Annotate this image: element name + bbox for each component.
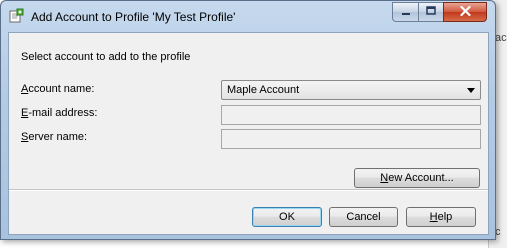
server-name-field[interactable]	[221, 129, 481, 149]
instruction-text: Select account to add to the profile	[21, 51, 191, 63]
account-name-label: Account name:	[21, 83, 95, 95]
account-name-dropdown[interactable]: Maple Account	[221, 80, 481, 100]
add-account-icon	[8, 8, 24, 24]
maximize-button[interactable]	[418, 2, 443, 22]
title-bar[interactable]: Add Account to Profile 'My Test Profile'	[1, 1, 495, 32]
minimize-icon	[401, 5, 411, 19]
help-button[interactable]: Help	[406, 207, 476, 227]
close-icon	[459, 5, 471, 19]
ok-button[interactable]: OK	[252, 207, 322, 227]
divider	[9, 189, 488, 191]
add-account-dialog: Add Account to Profile 'My Test Profile'…	[0, 0, 496, 240]
background-text: ac	[495, 32, 507, 44]
dialog-body: Select account to add to the profile Acc…	[8, 32, 489, 235]
new-account-button[interactable]: New Account...	[354, 168, 480, 188]
email-address-label: E-mail address:	[21, 107, 98, 119]
cancel-button[interactable]: Cancel	[329, 207, 398, 227]
email-address-field[interactable]	[221, 105, 481, 125]
close-button[interactable]	[443, 2, 487, 22]
server-name-label: Server name:	[21, 131, 88, 143]
maximize-icon	[426, 5, 436, 19]
account-name-value: Maple Account	[227, 84, 300, 96]
window-title: Add Account to Profile 'My Test Profile'	[31, 10, 236, 24]
dropdown-arrow-icon	[467, 88, 475, 93]
minimize-button[interactable]	[392, 2, 418, 22]
